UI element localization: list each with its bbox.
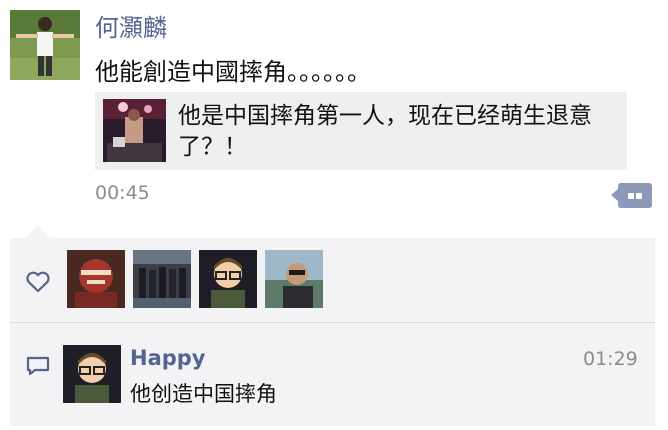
more-dot-icon — [636, 193, 642, 199]
comment-bubble-icon — [26, 356, 50, 376]
liker-avatar[interactable] — [265, 250, 323, 308]
author-name[interactable]: 何灝麟 — [95, 8, 167, 43]
post-timestamp: 00:45 — [95, 182, 150, 204]
more-dot-icon — [628, 193, 634, 199]
liker-avatar[interactable] — [133, 250, 191, 308]
comment-timestamp: 01:29 — [583, 348, 638, 370]
comment-text[interactable]: 他创造中国摔角 — [130, 378, 277, 408]
author-avatar[interactable] — [10, 10, 80, 80]
comment-avatar[interactable] — [63, 345, 121, 403]
comment-menu-button[interactable] — [611, 183, 652, 208]
shared-link-title: 他是中国摔角第一人，现在已经萌生退意了？！ — [178, 103, 592, 160]
liker-avatar[interactable] — [67, 250, 125, 308]
liker-avatar[interactable] — [199, 250, 257, 308]
comment-author[interactable]: Happy — [130, 346, 206, 370]
shared-link-card[interactable]: 他是中国摔角第一人，现在已经萌生退意了？！ — [95, 92, 627, 170]
panel-pointer — [26, 225, 50, 238]
heart-outline-icon — [26, 271, 50, 293]
panel-divider — [10, 322, 655, 323]
post-text: 他能創造中國摔角。。。。。。 — [95, 58, 371, 86]
shared-link-thumbnail — [103, 99, 166, 162]
